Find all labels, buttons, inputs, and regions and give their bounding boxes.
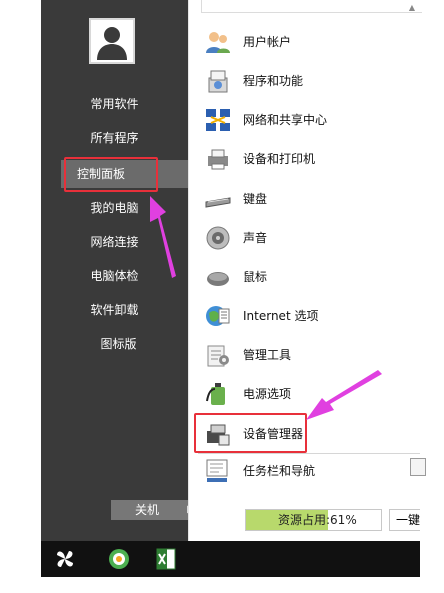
cp-item-label: 声音 (243, 231, 268, 245)
user-avatar[interactable] (89, 18, 135, 64)
power-icon (206, 383, 225, 405)
resource-usage-label: 资源占用:61% (278, 513, 357, 527)
cp-item-internet-options[interactable]: Internet 选项 (205, 301, 415, 331)
list-divider (198, 453, 420, 454)
menu-item-icon-version[interactable]: 图标版 (41, 330, 188, 358)
cp-item-sound[interactable]: 声音 (205, 223, 415, 253)
cp-item-label: 电源选项 (243, 387, 292, 401)
taskbar-icon (206, 459, 228, 482)
cp-item-label: Internet 选项 (243, 309, 319, 323)
users-icon (206, 32, 230, 53)
cp-item-devices-printers[interactable]: 设备和打印机 (205, 144, 415, 174)
speaker-icon (206, 226, 230, 250)
cp-item-label: 设备和打印机 (243, 152, 316, 166)
cp-item-label: 鼠标 (243, 270, 268, 284)
scroll-up-icon[interactable]: ▲ (409, 3, 415, 12)
cp-item-label: 键盘 (243, 192, 268, 206)
cp-item-label: 程序和功能 (243, 74, 304, 88)
menu-item-common-software[interactable]: 常用软件 (41, 90, 188, 118)
control-panel-highlight (64, 157, 158, 192)
user-silhouette-icon (97, 27, 127, 60)
cp-item-keyboard[interactable]: 键盘 (205, 184, 415, 214)
menu-item-my-computer[interactable]: 我的电脑 (41, 194, 188, 222)
cp-item-label: 管理工具 (243, 348, 292, 362)
spreadsheet-icon[interactable] (154, 547, 178, 571)
programs-icon (208, 70, 228, 93)
control-panel-list: ▲ 用户帐户 程序和功能 网络和共享中心 设备和打印机 键盘 声音 鼠标 Int… (188, 0, 422, 541)
cp-item-user-accounts[interactable]: 用户帐户 (205, 27, 415, 57)
keyboard-icon (205, 197, 231, 208)
cp-item-mouse[interactable]: 鼠标 (205, 262, 415, 292)
cp-item-label: 用户帐户 (243, 35, 292, 49)
side-button[interactable] (410, 458, 426, 476)
panel-top-edge (201, 0, 422, 13)
printer-icon (208, 149, 228, 170)
cp-item-label: 任务栏和导航 (243, 464, 316, 478)
internet-options-icon (206, 306, 230, 326)
menu-item-pc-checkup[interactable]: 电脑体检 (41, 262, 188, 290)
browser-icon[interactable] (107, 547, 131, 571)
taskbar (41, 541, 420, 577)
menu-item-uninstall-software[interactable]: 软件卸载 (41, 296, 188, 324)
admin-tools-icon (207, 345, 229, 367)
one-key-button[interactable]: 一键 (389, 509, 420, 531)
resource-usage-bar: 资源占用:61% (245, 509, 382, 531)
network-icon (206, 109, 230, 131)
device-manager-highlight (194, 413, 307, 453)
shutdown-label: 关机 (135, 503, 160, 517)
cp-item-power-options[interactable]: 电源选项 (205, 379, 415, 409)
cp-item-programs-features[interactable]: 程序和功能 (205, 66, 415, 96)
pinwheel-icon[interactable] (53, 547, 77, 571)
cp-item-taskbar-navigation[interactable]: 任务栏和导航 (205, 456, 415, 486)
start-menu-panel: 常用软件 所有程序 控制面板 我的电脑 网络连接 电脑体检 软件卸载 图标版 关… (41, 0, 201, 541)
cp-item-network-sharing[interactable]: 网络和共享中心 (205, 105, 415, 135)
cp-item-label: 网络和共享中心 (243, 113, 328, 127)
cp-item-admin-tools[interactable]: 管理工具 (205, 340, 415, 370)
mouse-icon (207, 272, 229, 286)
menu-item-network-connections[interactable]: 网络连接 (41, 228, 188, 256)
menu-item-all-programs[interactable]: 所有程序 (41, 124, 188, 152)
